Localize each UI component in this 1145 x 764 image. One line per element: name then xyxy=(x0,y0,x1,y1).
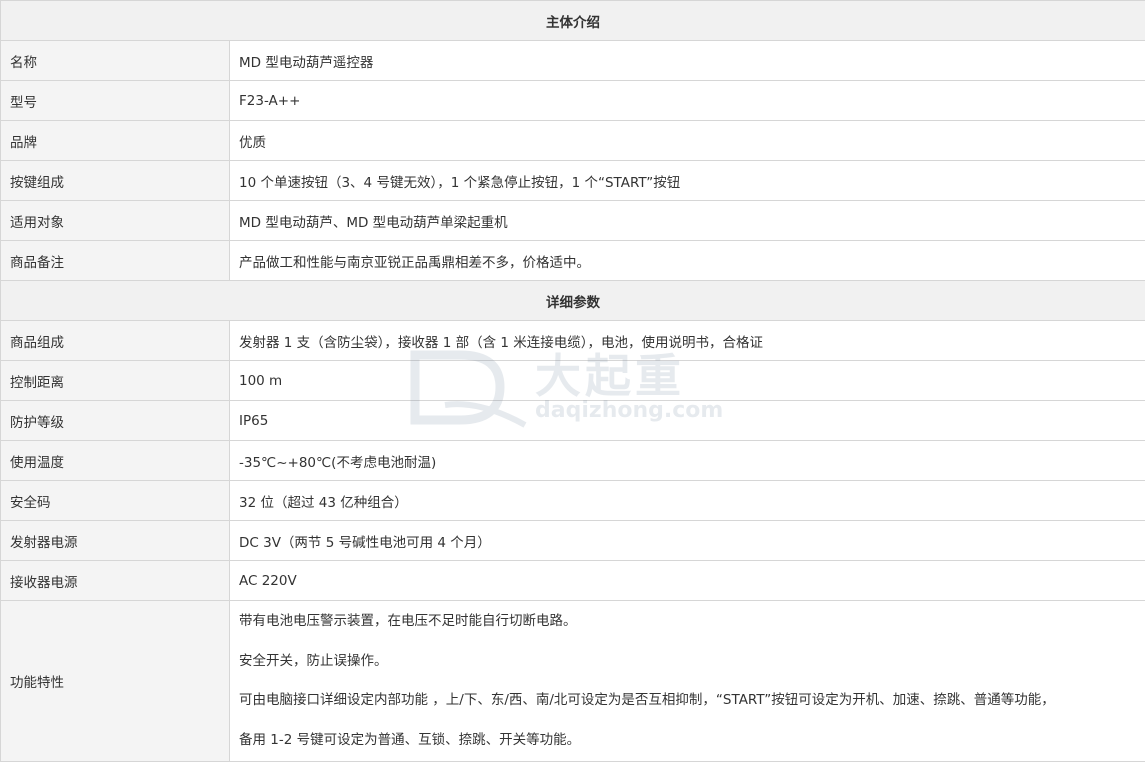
table-row: 接收器电源 AC 220V xyxy=(0,560,1145,601)
row-label: 控制距离 xyxy=(0,360,230,401)
table-row: 安全码 32 位（超过 43 亿种组合） xyxy=(0,480,1145,521)
table-row: 按键组成 10 个单速按钮（3、4 号键无效），1 个紧急停止按钮，1 个“ST… xyxy=(0,160,1145,201)
table-row: 名称 MD 型电动葫芦遥控器 xyxy=(0,40,1145,81)
table-row: 品牌 优质 xyxy=(0,120,1145,161)
table-row: 商品备注 产品做工和性能与南京亚锐正品禹鼎相差不多，价格适中。 xyxy=(0,240,1145,281)
feature-line: 可由电脑接口详细设定内部功能 ，上/下、东/西、南/北可设定为是否互相抑制，“S… xyxy=(239,692,1055,708)
features-row: 功能特性 带有电池电压警示装置，在电压不足时能自行切断电路。 安全开关，防止误操… xyxy=(0,600,1145,762)
table-row: 控制距离 100 m xyxy=(0,360,1145,401)
row-label: 安全码 xyxy=(0,480,230,521)
features-label: 功能特性 xyxy=(0,600,230,762)
row-value: 10 个单速按钮（3、4 号键无效），1 个紧急停止按钮，1 个“START”按… xyxy=(229,160,1145,201)
row-value: 优质 xyxy=(229,120,1145,161)
row-label: 按键组成 xyxy=(0,160,230,201)
row-label: 型号 xyxy=(0,80,230,121)
row-value: 100 m xyxy=(229,360,1145,401)
row-label: 商品备注 xyxy=(0,240,230,281)
row-value: AC 220V xyxy=(229,560,1145,601)
table-row: 防护等级 IP65 xyxy=(0,400,1145,441)
row-label: 接收器电源 xyxy=(0,560,230,601)
row-value: IP65 xyxy=(229,400,1145,441)
feature-line: 安全开关，防止误操作。 xyxy=(239,652,388,669)
section-title-params: 详细参数 xyxy=(0,280,1145,321)
row-label: 名称 xyxy=(0,40,230,81)
section-header-row: 详细参数 xyxy=(0,280,1145,321)
table-row: 型号 F23-A++ xyxy=(0,80,1145,121)
feature-line: 备用 1-2 号键可设定为普通、互锁、捺跳、开关等功能。 xyxy=(239,731,581,748)
table-row: 商品组成 发射器 1 支（含防尘袋），接收器 1 部（含 1 米连接电缆），电池… xyxy=(0,320,1145,361)
feature-line: 带有电池电压警示装置，在电压不足时能自行切断电路。 xyxy=(239,613,577,629)
row-label: 商品组成 xyxy=(0,320,230,361)
row-label: 使用温度 xyxy=(0,440,230,481)
row-label: 发射器电源 xyxy=(0,520,230,561)
row-value: MD 型电动葫芦遥控器 xyxy=(229,40,1145,81)
spec-table: 主体介绍 名称 MD 型电动葫芦遥控器 型号 F23-A++ 品牌 优质 按键组… xyxy=(0,0,1145,762)
row-value: 32 位（超过 43 亿种组合） xyxy=(229,480,1145,521)
spec-table-container: 主体介绍 名称 MD 型电动葫芦遥控器 型号 F23-A++ 品牌 优质 按键组… xyxy=(0,0,1145,764)
row-label: 适用对象 xyxy=(0,200,230,241)
row-value: DC 3V（两节 5 号碱性电池可用 4 个月） xyxy=(229,520,1145,561)
section-header-row: 主体介绍 xyxy=(0,0,1145,41)
row-value: F23-A++ xyxy=(229,80,1145,121)
table-row: 适用对象 MD 型电动葫芦、MD 型电动葫芦单梁起重机 xyxy=(0,200,1145,241)
row-value: MD 型电动葫芦、MD 型电动葫芦单梁起重机 xyxy=(229,200,1145,241)
row-value: 产品做工和性能与南京亚锐正品禹鼎相差不多，价格适中。 xyxy=(229,240,1145,281)
section-title-intro: 主体介绍 xyxy=(0,0,1145,41)
features-value: 带有电池电压警示装置，在电压不足时能自行切断电路。 安全开关，防止误操作。 可由… xyxy=(229,600,1145,762)
table-row: 使用温度 -35℃~+80℃(不考虑电池耐温) xyxy=(0,440,1145,481)
row-value: -35℃~+80℃(不考虑电池耐温) xyxy=(229,440,1145,481)
row-label: 防护等级 xyxy=(0,400,230,441)
row-label: 品牌 xyxy=(0,120,230,161)
table-row: 发射器电源 DC 3V（两节 5 号碱性电池可用 4 个月） xyxy=(0,520,1145,561)
row-value: 发射器 1 支（含防尘袋），接收器 1 部（含 1 米连接电缆），电池，使用说明… xyxy=(229,320,1145,361)
